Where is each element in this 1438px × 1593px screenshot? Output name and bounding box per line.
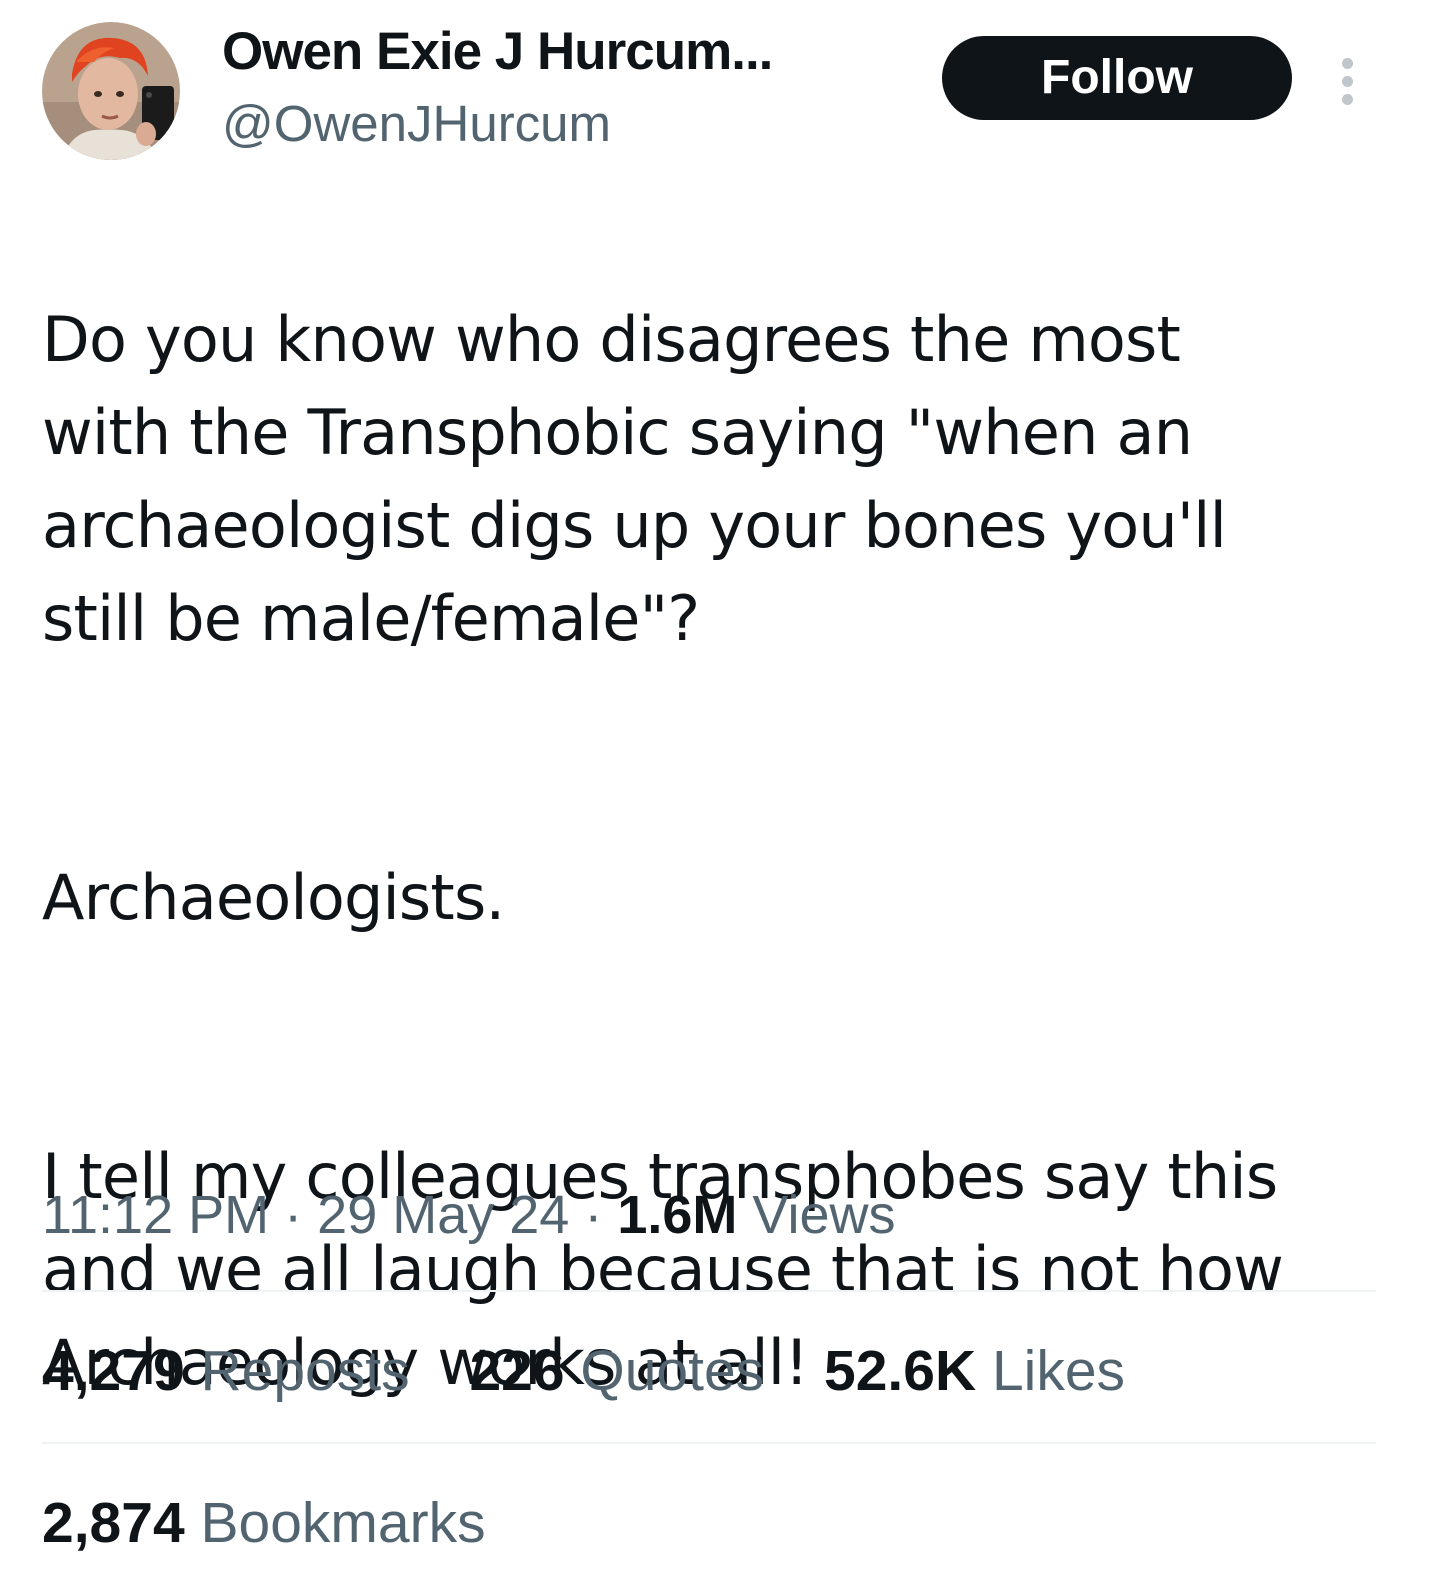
tweet-meta: 11:12 PM · 29 May 24 · 1.6M Views: [42, 1180, 895, 1250]
bookmarks-label: Bookmarks: [200, 1491, 486, 1555]
engagement-stats: 4,279 Reposts 226 Quotes 52.6K Likes: [42, 1336, 1169, 1406]
tweet-paragraph-2: Archaeologists.: [42, 861, 505, 934]
bookmarks-count: 2,874: [42, 1491, 185, 1555]
tweet-paragraph-1: Do you know who disagrees the most with …: [42, 303, 1227, 655]
reposts-label: Reposts: [200, 1339, 410, 1403]
follow-button[interactable]: Follow: [942, 36, 1292, 120]
quotes-label: Quotes: [580, 1339, 765, 1403]
tweet-date[interactable]: 29 May 24: [317, 1185, 569, 1245]
author-display-name[interactable]: Owen Exie J Hurcum...: [222, 22, 773, 82]
bookmarks-stat[interactable]: 2,874 Bookmarks: [42, 1488, 486, 1558]
divider: [42, 1442, 1376, 1444]
meta-separator: ·: [284, 1185, 303, 1245]
meta-separator: ·: [584, 1185, 603, 1245]
more-vertical-icon[interactable]: [1332, 56, 1362, 106]
views-label: Views: [752, 1185, 896, 1245]
reposts-stat[interactable]: 4,279 Reposts: [42, 1339, 410, 1403]
quotes-count: 226: [469, 1339, 565, 1403]
tweet-time[interactable]: 11:12 PM: [42, 1185, 269, 1245]
likes-count: 52.6K: [824, 1339, 977, 1403]
likes-label: Likes: [991, 1339, 1126, 1403]
tweet-header: Owen Exie J Hurcum... @OwenJHurcum Follo…: [42, 22, 1402, 162]
avatar-photo-icon: [42, 22, 180, 160]
avatar[interactable]: [42, 22, 180, 160]
reposts-count: 4,279: [42, 1339, 185, 1403]
quotes-stat[interactable]: 226 Quotes: [469, 1339, 764, 1403]
tweet-text: Do you know who disagrees the most with …: [42, 200, 1402, 1502]
author-handle[interactable]: @OwenJHurcum: [222, 94, 611, 154]
views-count: 1.6M: [617, 1185, 738, 1245]
likes-stat[interactable]: 52.6K Likes: [824, 1339, 1125, 1403]
divider: [42, 1290, 1376, 1292]
